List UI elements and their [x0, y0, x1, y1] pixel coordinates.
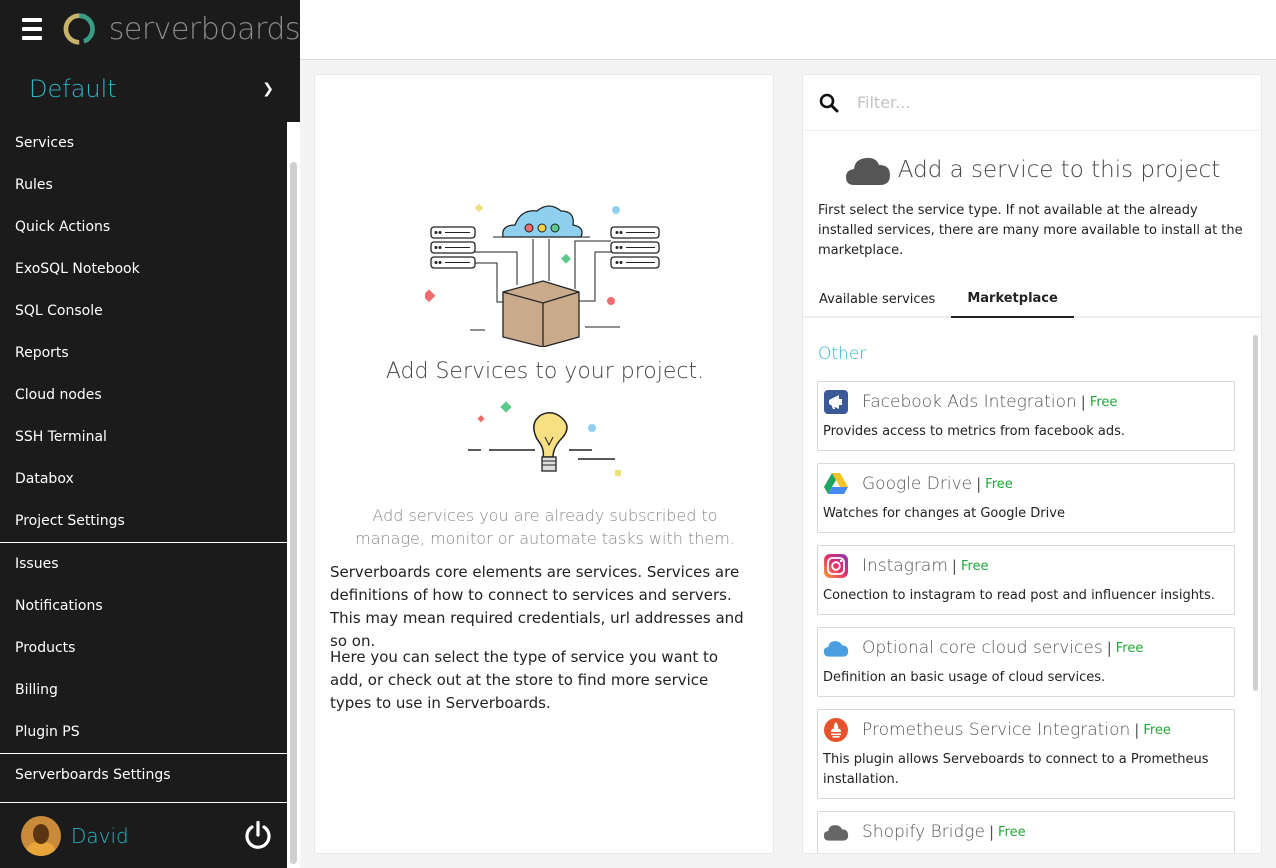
serverboards-logo-icon[interactable] [62, 7, 96, 51]
sidebar-item-quick-actions[interactable]: Quick Actions [0, 206, 287, 248]
category-heading: Other [818, 344, 867, 364]
service-card-header: Instagram | Free [818, 546, 1234, 586]
brand-bar: serverboards [0, 0, 301, 58]
separator: | [951, 557, 957, 575]
sidebar-nav: Services Rules Quick Actions ExoSQL Noteboo… [0, 122, 287, 796]
sidebar-item-serverboards-settings[interactable]: Serverboards Settings [0, 754, 287, 796]
filter-bar [803, 75, 1261, 131]
add-service-heading: Add a service to this project [897, 157, 1221, 183]
service-name: Optional core cloud services [862, 638, 1103, 658]
user-bar: David [0, 802, 287, 868]
service-card[interactable]: Prometheus Service Integration | Free This … [817, 709, 1235, 799]
cloud-icon [845, 157, 890, 185]
sidebar-item-products[interactable]: Products [0, 627, 287, 669]
separator: | [976, 475, 982, 493]
service-name: Facebook Ads Integration [862, 392, 1077, 412]
service-card[interactable]: Facebook Ads Integration | Free Provides ac… [817, 381, 1235, 451]
service-card-header: Google Drive | Free [818, 464, 1234, 504]
project-selector[interactable]: Default ❯ [0, 58, 300, 120]
avatar[interactable] [21, 815, 61, 856]
service-price-badge: Free [960, 558, 989, 574]
separator: | [1106, 639, 1112, 657]
service-card[interactable]: Shopify Bridge | Free [817, 811, 1235, 853]
service-description: Provides access to metrics from facebook… [823, 424, 1125, 439]
service-card[interactable]: Optional core cloud services | Free Definit… [817, 627, 1235, 697]
left-subtitle: Add services you are already subscribed … [355, 506, 735, 548]
menu-icon[interactable] [22, 18, 43, 40]
sidebar-item-plugin-ps[interactable]: Plugin PS [0, 711, 287, 753]
tab-available-services[interactable]: Available services [803, 281, 951, 318]
service-name: Instagram [862, 556, 948, 576]
user-name[interactable]: David [71, 824, 129, 848]
sidebar-item-rules[interactable]: Rules [0, 164, 287, 206]
service-description: Watches for changes at Google Drive [823, 506, 1065, 521]
service-price-badge: Free [998, 824, 1026, 840]
sidebar-item-notifications[interactable]: Notifications [0, 585, 287, 627]
service-name: Prometheus Service Integration [862, 720, 1131, 740]
instagram-icon [823, 553, 849, 579]
left-title: Add Services to your project. [385, 359, 705, 384]
left-paragraph-1: Serverboards core elements are services.… [330, 563, 744, 650]
service-description: This plugin allows Serveboards to connec… [823, 752, 1209, 787]
heading-row: Add a service to this project [803, 153, 1261, 187]
sidebar-item-cloud-nodes[interactable]: Cloud nodes [0, 374, 287, 416]
service-description: Conection to instagram to read post and … [823, 588, 1215, 603]
marketplace-scrollbar[interactable] [1253, 335, 1258, 691]
add-service-intro: First select the service type. If not av… [818, 203, 1243, 258]
services-intro-card: Add Services to your project. Add servic… [314, 74, 774, 854]
sidebar-scroll-thumb[interactable] [290, 162, 297, 864]
sidebar-item-databox[interactable]: Databox [0, 458, 287, 500]
brand-name: serverboards [108, 11, 301, 47]
service-price-badge: Free [985, 476, 1013, 492]
sidebar-item-ssh-terminal[interactable]: SSH Terminal [0, 416, 287, 458]
sidebar-item-billing[interactable]: Billing [0, 669, 287, 711]
search-icon [819, 93, 839, 112]
sidebar-item-sql-console[interactable]: SQL Console [0, 290, 287, 332]
separator: | [1134, 721, 1140, 739]
service-name: Google Drive [862, 474, 973, 494]
service-card-header: Shopify Bridge | Free [818, 812, 1234, 852]
service-price-badge: Free [1089, 394, 1118, 410]
sidebar: serverboards Default ❯ Services Rules Quic… [0, 0, 301, 868]
services-illustration [425, 203, 660, 347]
cloud-icon [823, 819, 849, 845]
sidebar-scrollbar[interactable] [287, 122, 300, 868]
service-card-header: Facebook Ads Integration | Free [818, 382, 1234, 422]
sidebar-item-issues[interactable]: Issues [0, 543, 287, 585]
service-card[interactable]: Instagram | Free Conection to instagram to … [817, 545, 1235, 615]
marketplace-list: Other Facebook Ads Integration | Free Provi… [803, 331, 1261, 853]
service-price-badge: Free [1115, 640, 1144, 656]
power-icon[interactable] [243, 820, 273, 850]
sidebar-item-project-settings[interactable]: Project Settings [0, 500, 287, 542]
chevron-right-icon: ❯ [262, 81, 274, 97]
service-card-header: Prometheus Service Integration | Free [818, 710, 1234, 750]
add-service-card: Add a service to this project First sele… [802, 74, 1262, 854]
project-name: Default [29, 75, 117, 103]
prometheus-icon [823, 717, 849, 743]
sidebar-item-exosql-notebook[interactable]: ExoSQL Notebook [0, 248, 287, 290]
separator: | [988, 823, 994, 841]
cloud-icon [823, 635, 849, 661]
service-tabs: Available services Marketplace [803, 281, 1261, 318]
separator: | [1080, 393, 1086, 411]
top-bar [300, 0, 1276, 60]
service-price-badge: Free [1143, 722, 1171, 738]
lightbulb-illustration [468, 401, 621, 476]
tab-marketplace[interactable]: Marketplace [951, 281, 1074, 318]
service-card[interactable]: Google Drive | Free Watches for changes at … [817, 463, 1235, 533]
service-card-header: Optional core cloud services | Free [818, 628, 1234, 668]
facebook-ads-icon [823, 389, 849, 415]
sidebar-item-services[interactable]: Services [0, 122, 287, 164]
google-drive-icon [823, 471, 849, 497]
service-name: Shopify Bridge [862, 822, 985, 842]
left-paragraph-2: Here you can select the type of service … [330, 648, 719, 712]
sidebar-item-reports[interactable]: Reports [0, 332, 287, 374]
filter-input[interactable] [857, 93, 1217, 112]
service-description: Definition an basic usage of cloud servi… [823, 670, 1106, 685]
